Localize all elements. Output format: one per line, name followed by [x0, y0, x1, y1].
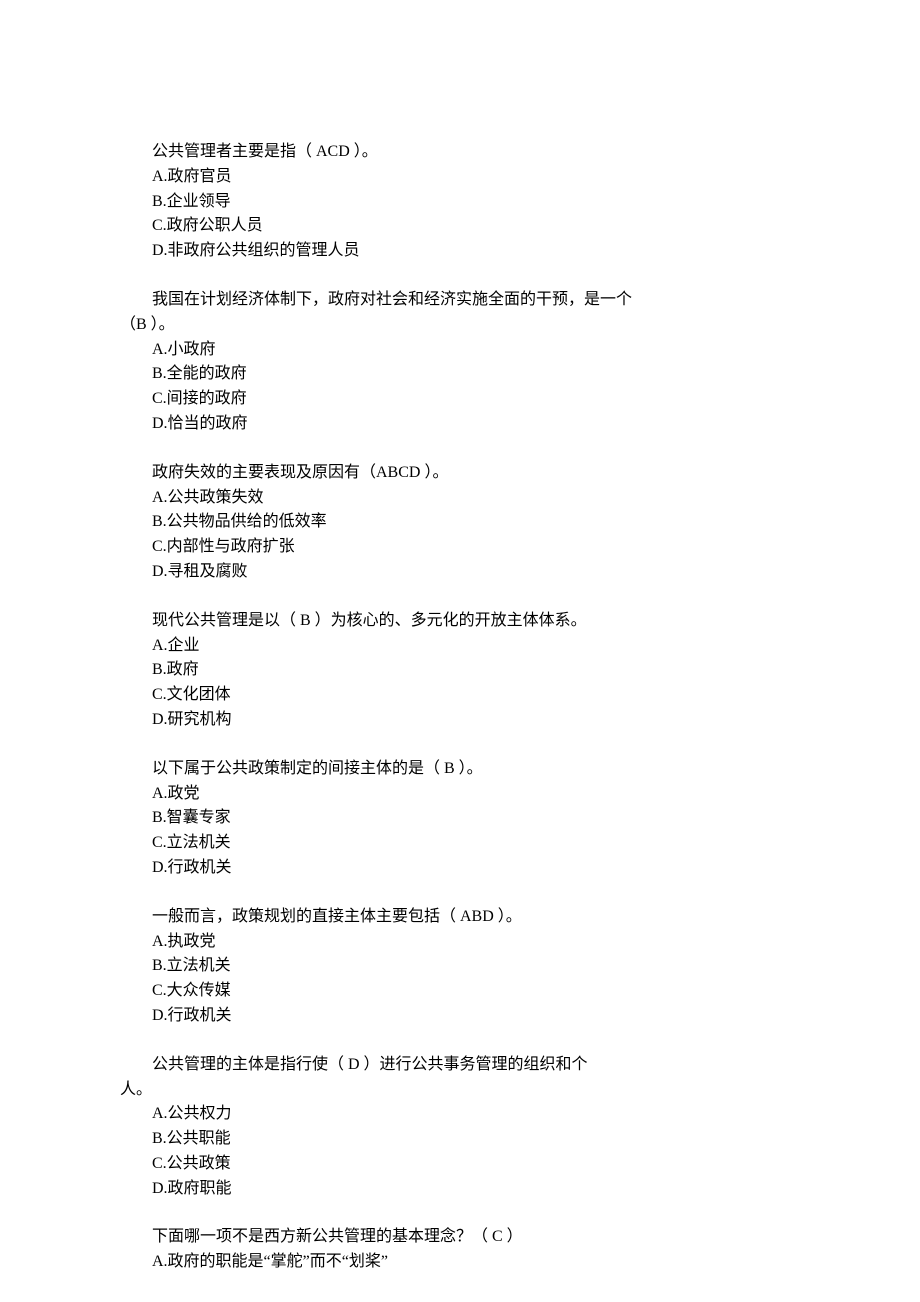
question-option: C.大众传媒: [120, 979, 800, 1004]
question-option: A.公共权力: [120, 1102, 800, 1127]
question-block: 下面哪一项不是西方新公共管理的基本理念？（ C ）A.政府的职能是“掌舵”而不“…: [120, 1225, 800, 1275]
question-option: A.政府的职能是“掌舵”而不“划桨”: [120, 1250, 800, 1275]
question-option: B.公共物品供给的低效率: [120, 510, 800, 535]
question-block: 公共管理者主要是指（ ACD ）。A.政府官员B.企业领导C.政府公职人员D.非…: [120, 140, 800, 264]
question-option: B.企业领导: [120, 190, 800, 215]
question-option: B.立法机关: [120, 954, 800, 979]
question-option: D.政府职能: [120, 1177, 800, 1202]
question-option: C.公共政策: [120, 1152, 800, 1177]
question-option: D.行政机关: [120, 1004, 800, 1029]
document-content: 公共管理者主要是指（ ACD ）。A.政府官员B.企业领导C.政府公职人员D.非…: [120, 140, 800, 1275]
question-option: C.立法机关: [120, 831, 800, 856]
question-option: A.政党: [120, 782, 800, 807]
question-stem: 现代公共管理是以（ B ）为核心的、多元化的开放主体体系。: [120, 609, 800, 634]
question-stem: 公共管理者主要是指（ ACD ）。: [120, 140, 800, 165]
question-option: A.公共政策失效: [120, 486, 800, 511]
question-stem: 以下属于公共政策制定的间接主体的是（ B ）。: [120, 757, 800, 782]
question-option: C.间接的政府: [120, 387, 800, 412]
question-stem: （B ）。: [120, 313, 800, 338]
question-option: D.研究机构: [120, 708, 800, 733]
question-option: B.全能的政府: [120, 362, 800, 387]
question-option: D.恰当的政府: [120, 412, 800, 437]
question-stem: 政府失效的主要表现及原因有（ABCD ）。: [120, 461, 800, 486]
question-option: A.小政府: [120, 338, 800, 363]
question-option: C.文化团体: [120, 683, 800, 708]
question-stem: 人。: [120, 1078, 800, 1103]
question-option: D.行政机关: [120, 856, 800, 881]
question-option: B.政府: [120, 658, 800, 683]
question-block: 政府失效的主要表现及原因有（ABCD ）。A.公共政策失效B.公共物品供给的低效…: [120, 461, 800, 585]
question-stem: 下面哪一项不是西方新公共管理的基本理念？（ C ）: [120, 1225, 800, 1250]
question-block: 我国在计划经济体制下，政府对社会和经济实施全面的干预，是一个（B ）。A.小政府…: [120, 288, 800, 437]
question-option: A.企业: [120, 634, 800, 659]
question-block: 现代公共管理是以（ B ）为核心的、多元化的开放主体体系。A.企业B.政府C.文…: [120, 609, 800, 733]
question-stem: 我国在计划经济体制下，政府对社会和经济实施全面的干预，是一个: [120, 288, 800, 313]
question-block: 一般而言，政策规划的直接主体主要包括（ ABD ）。A.执政党B.立法机关C.大…: [120, 905, 800, 1029]
question-option: C.内部性与政府扩张: [120, 535, 800, 560]
question-option: D.寻租及腐败: [120, 560, 800, 585]
question-stem: 一般而言，政策规划的直接主体主要包括（ ABD ）。: [120, 905, 800, 930]
question-option: D.非政府公共组织的管理人员: [120, 239, 800, 264]
question-option: B.公共职能: [120, 1127, 800, 1152]
question-option: C.政府公职人员: [120, 214, 800, 239]
question-block: 公共管理的主体是指行使（ D ）进行公共事务管理的组织和个人。A.公共权力B.公…: [120, 1053, 800, 1202]
question-option: B.智囊专家: [120, 806, 800, 831]
question-stem: 公共管理的主体是指行使（ D ）进行公共事务管理的组织和个: [120, 1053, 800, 1078]
question-block: 以下属于公共政策制定的间接主体的是（ B ）。A.政党B.智囊专家C.立法机关D…: [120, 757, 800, 881]
question-option: A.政府官员: [120, 165, 800, 190]
question-option: A.执政党: [120, 930, 800, 955]
